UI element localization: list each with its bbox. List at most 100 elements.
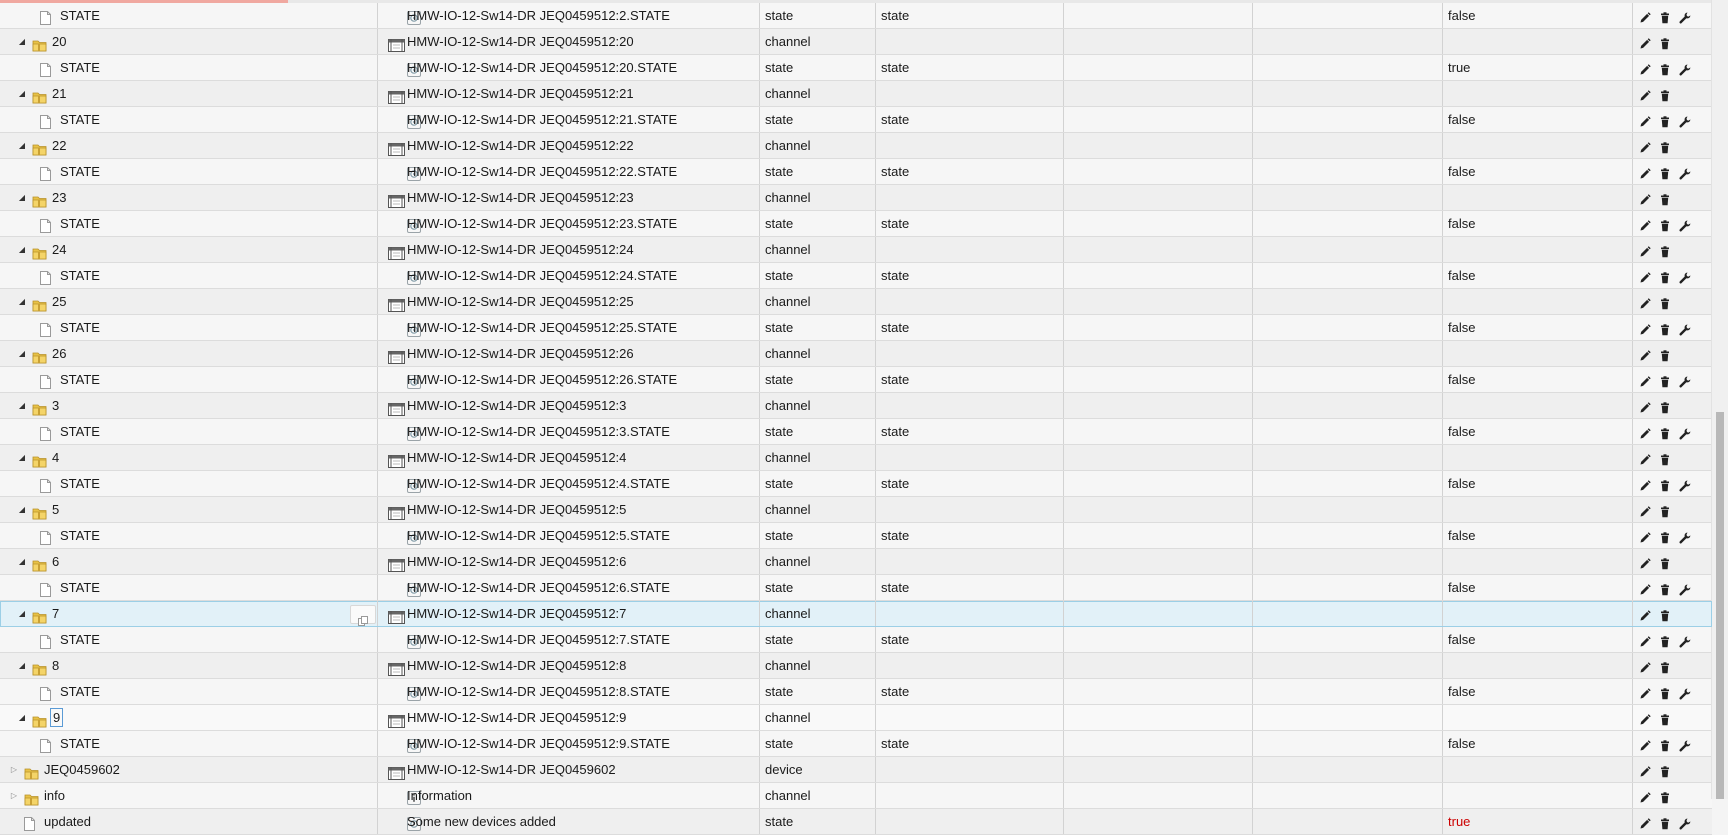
triangle-down-icon[interactable]: ◢ <box>16 653 28 678</box>
table-row[interactable]: ◢ 9 HMW-IO-12-Sw14-DR JEQ0459512:9 channel <box>0 705 1712 731</box>
triangle-down-icon[interactable]: ◢ <box>16 133 28 158</box>
delete-icon[interactable] <box>1658 268 1672 284</box>
edit-icon[interactable] <box>1638 554 1652 569</box>
edit-icon[interactable] <box>1638 632 1652 647</box>
triangle-down-icon[interactable]: ◢ <box>16 81 28 106</box>
delete-icon[interactable] <box>1658 294 1672 310</box>
triangle-down-icon[interactable]: ◢ <box>16 237 28 262</box>
wrench-icon[interactable] <box>1678 528 1692 544</box>
delete-icon[interactable] <box>1658 684 1672 700</box>
triangle-right-icon[interactable]: ▷ <box>8 757 20 782</box>
delete-icon[interactable] <box>1658 216 1672 232</box>
triangle-down-icon[interactable]: ◢ <box>16 29 28 54</box>
wrench-icon[interactable] <box>1678 164 1692 180</box>
wrench-icon[interactable] <box>1678 580 1692 596</box>
edit-icon[interactable] <box>1638 450 1652 465</box>
edit-icon[interactable] <box>1638 814 1652 829</box>
delete-icon[interactable] <box>1658 164 1672 180</box>
wrench-icon[interactable] <box>1678 216 1692 232</box>
table-row[interactable]: updated Some new devices added state true <box>0 809 1712 835</box>
table-row[interactable]: ◢ 8 HMW-IO-12-Sw14-DR JEQ0459512:8 channel <box>0 653 1712 679</box>
edit-icon[interactable] <box>1638 190 1652 205</box>
edit-icon[interactable] <box>1638 684 1652 699</box>
table-row[interactable]: ◢ 5 HMW-IO-12-Sw14-DR JEQ0459512:5 channel <box>0 497 1712 523</box>
table-row[interactable]: ▷ info Information channel <box>0 783 1712 809</box>
edit-icon[interactable] <box>1638 372 1652 387</box>
delete-icon[interactable] <box>1658 788 1672 804</box>
edit-icon[interactable] <box>1638 476 1652 491</box>
triangle-down-icon[interactable]: ◢ <box>16 601 28 626</box>
delete-icon[interactable] <box>1658 320 1672 336</box>
edit-icon[interactable] <box>1638 216 1652 231</box>
delete-icon[interactable] <box>1658 658 1672 674</box>
wrench-icon[interactable] <box>1678 112 1692 128</box>
table-row[interactable]: STATE HMW-IO-12-Sw14-DR JEQ0459512:8.STAT… <box>0 679 1712 705</box>
triangle-down-icon[interactable]: ◢ <box>16 185 28 210</box>
delete-icon[interactable] <box>1658 528 1672 544</box>
delete-icon[interactable] <box>1658 372 1672 388</box>
table-row[interactable]: ◢ 22 HMW-IO-12-Sw14-DR JEQ0459512:22 channe… <box>0 133 1712 159</box>
delete-icon[interactable] <box>1658 398 1672 414</box>
table-row[interactable]: STATE HMW-IO-12-Sw14-DR JEQ0459512:6.STAT… <box>0 575 1712 601</box>
table-row[interactable]: ◢ 25 HMW-IO-12-Sw14-DR JEQ0459512:25 channe… <box>0 289 1712 315</box>
vertical-scrollbar-thumb[interactable] <box>1716 412 1724 799</box>
table-row[interactable]: ▷ JEQ0459602 HMW-IO-12-Sw14-DR JEQ0459602 d… <box>0 757 1712 783</box>
wrench-icon[interactable] <box>1678 268 1692 284</box>
delete-icon[interactable] <box>1658 450 1672 466</box>
table-row[interactable]: ◢ 4 HMW-IO-12-Sw14-DR JEQ0459512:4 channel <box>0 445 1712 471</box>
wrench-icon[interactable] <box>1678 424 1692 440</box>
triangle-down-icon[interactable]: ◢ <box>16 341 28 366</box>
table-row[interactable]: STATE HMW-IO-12-Sw14-DR JEQ0459512:3.STAT… <box>0 419 1712 445</box>
edit-icon[interactable] <box>1638 86 1652 101</box>
table-row[interactable]: ◢ 21 HMW-IO-12-Sw14-DR JEQ0459512:21 channe… <box>0 81 1712 107</box>
table-row[interactable]: ◢ 23 HMW-IO-12-Sw14-DR JEQ0459512:23 channe… <box>0 185 1712 211</box>
table-row[interactable]: STATE HMW-IO-12-Sw14-DR JEQ0459512:22.STA… <box>0 159 1712 185</box>
delete-icon[interactable] <box>1658 138 1672 154</box>
wrench-icon[interactable] <box>1678 8 1692 24</box>
delete-icon[interactable] <box>1658 502 1672 518</box>
wrench-icon[interactable] <box>1678 372 1692 388</box>
edit-icon[interactable] <box>1638 398 1652 413</box>
table-row[interactable]: STATE HMW-IO-12-Sw14-DR JEQ0459512:9.STAT… <box>0 731 1712 757</box>
table-row[interactable]: STATE HMW-IO-12-Sw14-DR JEQ0459512:4.STAT… <box>0 471 1712 497</box>
delete-icon[interactable] <box>1658 580 1672 596</box>
table-row[interactable]: ◢ 6 HMW-IO-12-Sw14-DR JEQ0459512:6 channel <box>0 549 1712 575</box>
edit-icon[interactable] <box>1638 320 1652 335</box>
table-row[interactable]: STATE HMW-IO-12-Sw14-DR JEQ0459512:2.STAT… <box>0 3 1712 29</box>
table-row[interactable]: STATE HMW-IO-12-Sw14-DR JEQ0459512:20.STA… <box>0 55 1712 81</box>
edit-icon[interactable] <box>1638 762 1652 777</box>
table-row[interactable]: ◢ 20 HMW-IO-12-Sw14-DR JEQ0459512:20 channe… <box>0 29 1712 55</box>
delete-icon[interactable] <box>1658 60 1672 76</box>
edit-icon[interactable] <box>1638 736 1652 751</box>
edit-icon[interactable] <box>1638 580 1652 595</box>
edit-icon[interactable] <box>1638 268 1652 283</box>
edit-icon[interactable] <box>1638 294 1652 309</box>
table-row[interactable]: STATE HMW-IO-12-Sw14-DR JEQ0459512:7.STAT… <box>0 627 1712 653</box>
edit-icon[interactable] <box>1638 60 1652 75</box>
wrench-icon[interactable] <box>1678 684 1692 700</box>
edit-icon[interactable] <box>1638 424 1652 439</box>
delete-icon[interactable] <box>1658 710 1672 726</box>
triangle-down-icon[interactable]: ◢ <box>16 497 28 522</box>
delete-icon[interactable] <box>1658 606 1672 622</box>
wrench-icon[interactable] <box>1678 632 1692 648</box>
table-row[interactable]: ◢ 7 HMW-IO-12-Sw14-DR JEQ0459512:7 channel <box>0 601 1712 627</box>
delete-icon[interactable] <box>1658 346 1672 362</box>
triangle-down-icon[interactable]: ◢ <box>16 705 28 730</box>
table-row[interactable]: STATE HMW-IO-12-Sw14-DR JEQ0459512:26.STA… <box>0 367 1712 393</box>
edit-icon[interactable] <box>1638 658 1652 673</box>
edit-icon[interactable] <box>1638 112 1652 127</box>
table-row[interactable]: ◢ 24 HMW-IO-12-Sw14-DR JEQ0459512:24 channe… <box>0 237 1712 263</box>
table-row[interactable]: ◢ 3 HMW-IO-12-Sw14-DR JEQ0459512:3 channel <box>0 393 1712 419</box>
edit-icon[interactable] <box>1638 138 1652 153</box>
delete-icon[interactable] <box>1658 34 1672 50</box>
edit-icon[interactable] <box>1638 528 1652 543</box>
wrench-icon[interactable] <box>1678 736 1692 752</box>
delete-icon[interactable] <box>1658 762 1672 778</box>
edit-icon[interactable] <box>1638 346 1652 361</box>
table-row[interactable]: STATE HMW-IO-12-Sw14-DR JEQ0459512:5.STAT… <box>0 523 1712 549</box>
delete-icon[interactable] <box>1658 8 1672 24</box>
delete-icon[interactable] <box>1658 554 1672 570</box>
wrench-icon[interactable] <box>1678 60 1692 76</box>
triangle-down-icon[interactable]: ◢ <box>16 289 28 314</box>
